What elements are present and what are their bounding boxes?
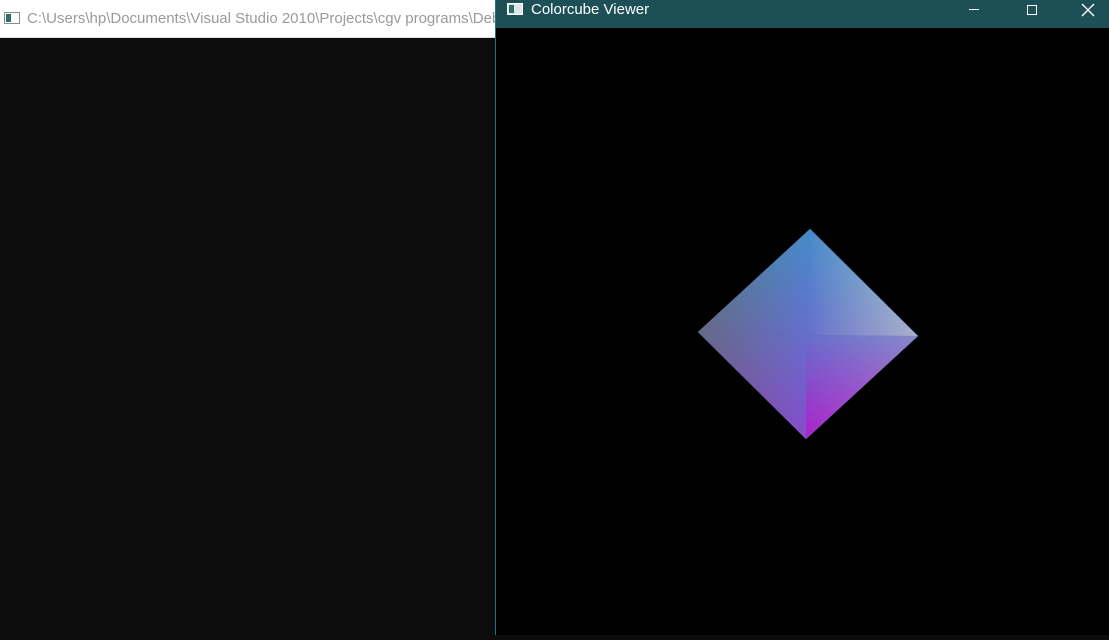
close-button[interactable] [1065, 0, 1109, 28]
console-output-area[interactable] [0, 38, 495, 635]
cube-quadrant-left [698, 229, 810, 439]
glut-app-icon [507, 3, 523, 15]
console-window-title: C:\Users\hp\Documents\Visual Studio 2010… [27, 10, 495, 27]
console-window: C:\Users\hp\Documents\Visual Studio 2010… [0, 0, 495, 635]
colorcube-viewer-window: Colorcube Viewer [496, 0, 1109, 635]
opengl-canvas[interactable] [496, 28, 1109, 635]
console-titlebar[interactable]: C:\Users\hp\Documents\Visual Studio 2010… [0, 0, 495, 38]
close-icon [1081, 3, 1095, 17]
viewer-window-title: Colorcube Viewer [531, 1, 650, 18]
minimize-icon [969, 8, 979, 10]
maximize-icon [1027, 5, 1037, 15]
minimize-button[interactable] [951, 0, 997, 28]
colorcube-render [697, 228, 919, 440]
console-app-icon [4, 12, 20, 24]
maximize-button[interactable] [1009, 0, 1055, 28]
viewer-titlebar[interactable]: Colorcube Viewer [496, 0, 1109, 28]
colorcube-shape [697, 228, 919, 440]
